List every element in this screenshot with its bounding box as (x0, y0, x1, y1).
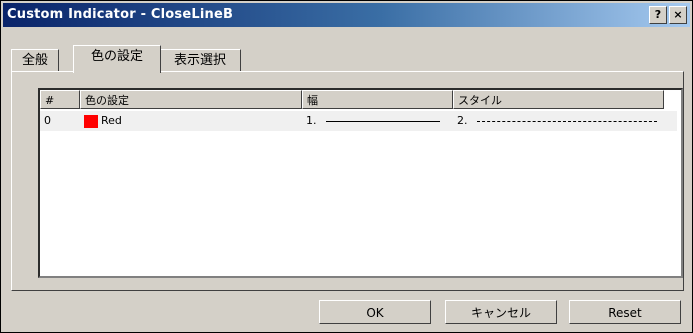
title-bar[interactable]: Custom Indicator - CloseLineB ? × (3, 3, 690, 27)
tab-panel: # 色の設定 幅 スタイル 0 Red 1. 2. (11, 71, 684, 291)
window-title: Custom Indicator - CloseLineB (7, 7, 234, 22)
dashed-line-preview (477, 121, 657, 122)
style-value: 2. (457, 114, 468, 127)
solid-line-preview (326, 121, 440, 122)
indicator-dialog: Custom Indicator - CloseLineB ? × 全般 色の設… (0, 0, 693, 333)
column-header-style[interactable]: スタイル (453, 90, 664, 109)
column-header-color[interactable]: 色の設定 (80, 90, 302, 109)
color-list[interactable]: # 色の設定 幅 スタイル 0 Red 1. 2. (38, 88, 683, 278)
style-cell[interactable]: 2. (453, 111, 664, 131)
cancel-button[interactable]: キャンセル (445, 300, 557, 324)
help-button[interactable]: ? (649, 6, 667, 24)
tab-visualization[interactable]: 表示選択 (159, 49, 241, 72)
tab-general[interactable]: 全般 (11, 49, 59, 72)
width-value: 1. (306, 114, 317, 127)
row-index: 0 (44, 114, 51, 127)
width-cell[interactable]: 1. (302, 111, 453, 131)
tab-colors[interactable]: 色の設定 (73, 45, 161, 73)
column-header-index[interactable]: # (40, 90, 80, 109)
reset-button[interactable]: Reset (569, 300, 681, 324)
close-button[interactable]: × (669, 6, 687, 24)
ok-button[interactable]: OK (319, 300, 431, 324)
color-cell[interactable]: Red (80, 111, 302, 131)
color-name: Red (101, 114, 122, 127)
column-header-width[interactable]: 幅 (302, 90, 453, 109)
table-row[interactable]: 0 Red 1. 2. (40, 111, 677, 131)
color-swatch (84, 114, 98, 128)
